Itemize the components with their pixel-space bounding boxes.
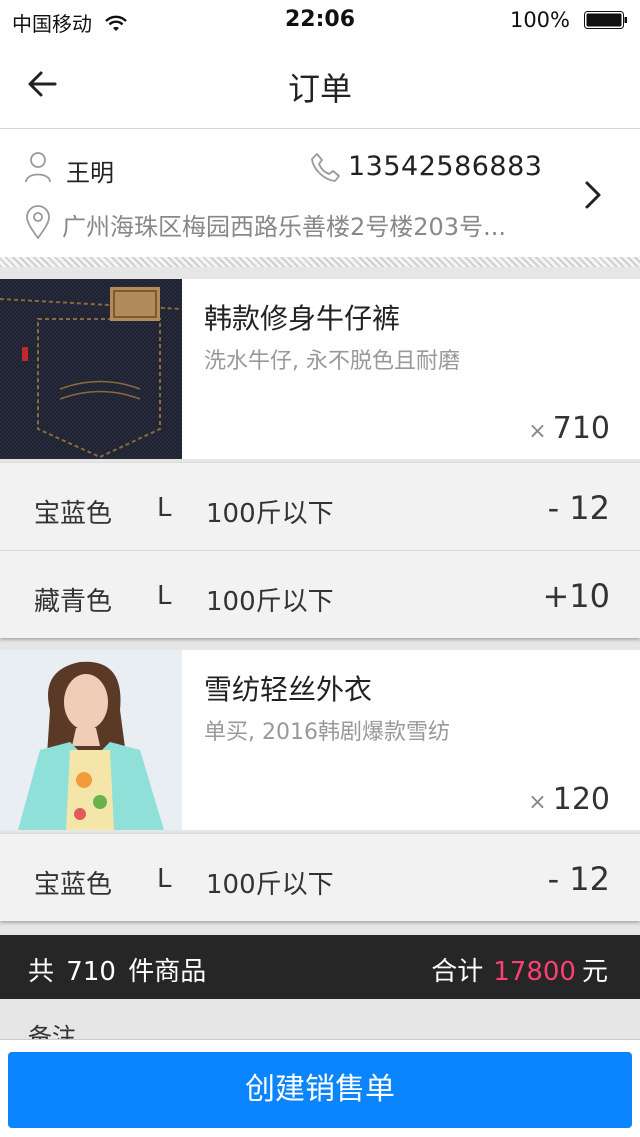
variant-color: 藏青色 [34, 587, 113, 617]
product-description: 洗水牛仔, 永不脱色且耐磨 [204, 349, 460, 374]
product-image-jeans [0, 279, 182, 459]
product-description: 单买, 2016韩剧爆款雪纺 [204, 720, 450, 745]
multiply-icon: × [528, 419, 547, 444]
chevron-right-icon[interactable] [580, 179, 606, 211]
recipient-address: 广州海珠区梅园西路乐善楼2号楼203号... [62, 213, 506, 241]
order-summary: 共 710 件商品 合计 17800 元 [0, 935, 640, 999]
address-card[interactable]: 王明 13542586883 广州海珠区梅园西路乐善楼2号楼203号... [0, 129, 640, 257]
product-image-chiffon [0, 650, 182, 830]
total-amount: 17800 [493, 957, 576, 987]
variant-weight: 100斤以下 [206, 870, 334, 900]
variant-row[interactable]: 宝蓝色 L 100斤以下 - 12 [0, 462, 640, 550]
variant-delta: - 12 [547, 860, 610, 898]
product-quantity: × 710 [528, 411, 610, 446]
recipient-name: 王明 [66, 159, 114, 187]
remark-section[interactable]: 备注 [0, 999, 640, 1039]
variant-size: L [157, 581, 172, 611]
battery-icon [584, 11, 627, 29]
decorative-divider [0, 257, 640, 267]
product-name: 韩款修身牛仔裤 [204, 302, 401, 335]
product-name: 雪纺轻丝外衣 [204, 673, 373, 706]
recipient-phone: 13542586883 [348, 151, 543, 182]
page-title: 订单 [287, 70, 352, 108]
battery-percent: 100% [509, 8, 570, 32]
multiply-icon: × [528, 790, 547, 815]
bottom-bar: 创建销售单 [0, 1039, 640, 1137]
variant-delta: - 12 [547, 489, 610, 527]
status-bar: 中国移动 22:06 100% [0, 0, 640, 40]
variant-color: 宝蓝色 [34, 870, 113, 900]
variant-weight: 100斤以下 [206, 499, 334, 529]
variant-delta: +10 [542, 577, 610, 615]
item-count: 共 710 件商品 [28, 957, 207, 987]
phone-icon [311, 153, 340, 182]
variant-size: L [157, 493, 172, 523]
variant-color: 宝蓝色 [34, 499, 113, 529]
create-sales-order-button[interactable]: 创建销售单 [8, 1052, 632, 1128]
location-pin-icon [26, 205, 50, 239]
order-total: 合计 17800 元 [431, 957, 608, 987]
remark-label: 备注 [28, 1023, 76, 1039]
nav-bar: 订单 [0, 40, 640, 129]
product-card[interactable]: 雪纺轻丝外衣 单买, 2016韩剧爆款雪纺 × 120 [0, 650, 640, 830]
variant-size: L [157, 864, 172, 894]
variant-weight: 100斤以下 [206, 587, 334, 617]
variant-row[interactable]: 宝蓝色 L 100斤以下 - 12 [0, 833, 640, 921]
person-icon [25, 152, 51, 183]
variant-row[interactable]: 藏青色 L 100斤以下 +10 [0, 550, 640, 638]
product-card[interactable]: 韩款修身牛仔裤 洗水牛仔, 永不脱色且耐磨 × 710 [0, 279, 640, 459]
product-quantity: × 120 [528, 782, 610, 817]
